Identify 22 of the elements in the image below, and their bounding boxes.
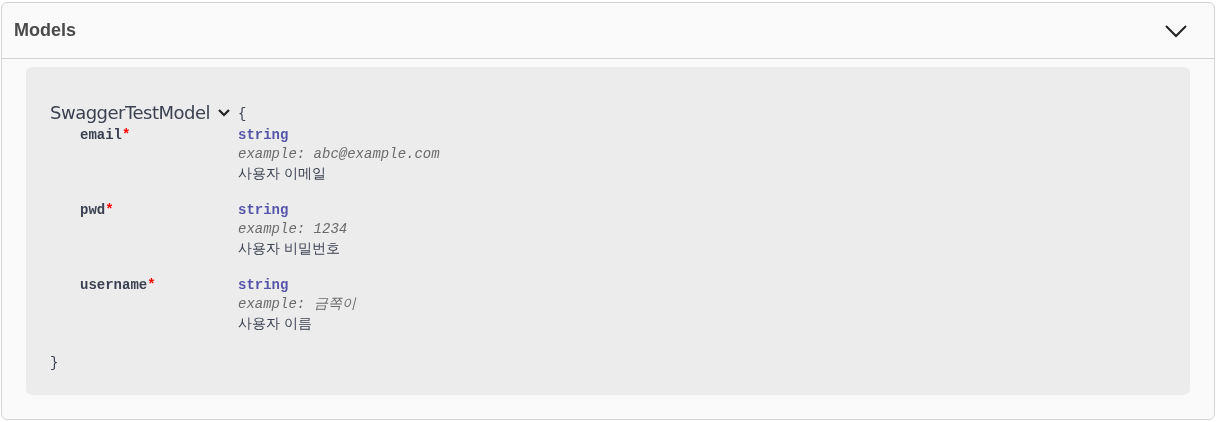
property-name: pwd	[80, 201, 106, 220]
model-name[interactable]: SwaggerTestModel	[50, 99, 210, 126]
chevron-icon[interactable]	[218, 108, 230, 117]
property-description: 사용자 이름	[238, 314, 313, 333]
brace: {	[238, 105, 247, 124]
property-type: string	[238, 201, 289, 220]
property-name: username	[80, 276, 148, 295]
section-title: Models	[14, 19, 76, 42]
property-type: string	[238, 276, 289, 295]
required-mark: *	[147, 276, 156, 295]
models-header[interactable]: Models	[2, 3, 1214, 59]
property-description: 사용자 이메일	[238, 164, 327, 183]
property-example: example: 금쪽이	[238, 295, 356, 314]
property-name: email	[80, 126, 122, 145]
property-example: example: abc@example.com	[238, 145, 440, 164]
required-mark: *	[105, 201, 114, 220]
property-description: 사용자 비밀번호	[238, 239, 341, 258]
brace: }	[50, 354, 59, 373]
property-example: example: 1234	[238, 220, 348, 239]
chevron-icon[interactable]	[1164, 23, 1188, 38]
required-mark: *	[122, 126, 131, 145]
property-type: string	[238, 126, 289, 145]
